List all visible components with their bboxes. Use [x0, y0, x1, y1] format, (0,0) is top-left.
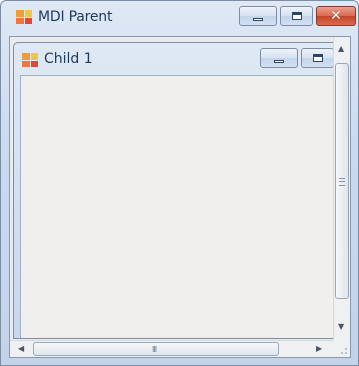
child-window[interactable]: Child 1: [13, 42, 344, 339]
child-window-title: Child 1: [44, 51, 93, 67]
application-icon: [16, 10, 32, 24]
scroll-right-arrow[interactable]: ▶: [316, 345, 322, 353]
parent-maximize-button[interactable]: [280, 6, 313, 26]
vertical-grip-icon: [339, 178, 345, 186]
maximize-icon: [312, 54, 323, 62]
size-grip-icon[interactable]: [333, 340, 350, 357]
scroll-down-arrow[interactable]: ▼: [338, 323, 344, 331]
parent-window-title: MDI Parent: [38, 9, 113, 25]
child-maximize-button[interactable]: [301, 48, 334, 68]
child-client-area[interactable]: [20, 75, 343, 338]
child-titlebar[interactable]: Child 1: [14, 43, 343, 75]
scroll-left-arrow[interactable]: ◀: [18, 345, 24, 353]
parent-titlebar[interactable]: MDI Parent ✕: [1, 1, 358, 33]
minimize-icon: [253, 17, 263, 21]
scroll-up-arrow[interactable]: ▲: [338, 45, 344, 53]
minimize-icon: [274, 59, 284, 63]
parent-close-button[interactable]: ✕: [316, 6, 356, 26]
horizontal-scrollbar[interactable]: ◀ III ▶: [10, 340, 334, 357]
maximize-icon: [291, 12, 302, 20]
child-application-icon: [22, 53, 38, 67]
mdi-parent-window: MDI Parent ✕ Child 1 ▲ ▼ ◀ III ▶: [0, 0, 359, 366]
vertical-scrollbar[interactable]: ▲ ▼: [333, 37, 350, 341]
child-minimize-button[interactable]: [260, 48, 298, 68]
mdi-client-area[interactable]: Child 1 ▲ ▼ ◀ III ▶: [9, 36, 351, 358]
close-icon: ✕: [330, 8, 342, 24]
horizontal-scroll-thumb[interactable]: III: [33, 342, 279, 356]
horizontal-grip-icon: III: [152, 345, 157, 354]
vertical-scroll-thumb[interactable]: [335, 63, 349, 299]
parent-minimize-button[interactable]: [239, 6, 277, 26]
